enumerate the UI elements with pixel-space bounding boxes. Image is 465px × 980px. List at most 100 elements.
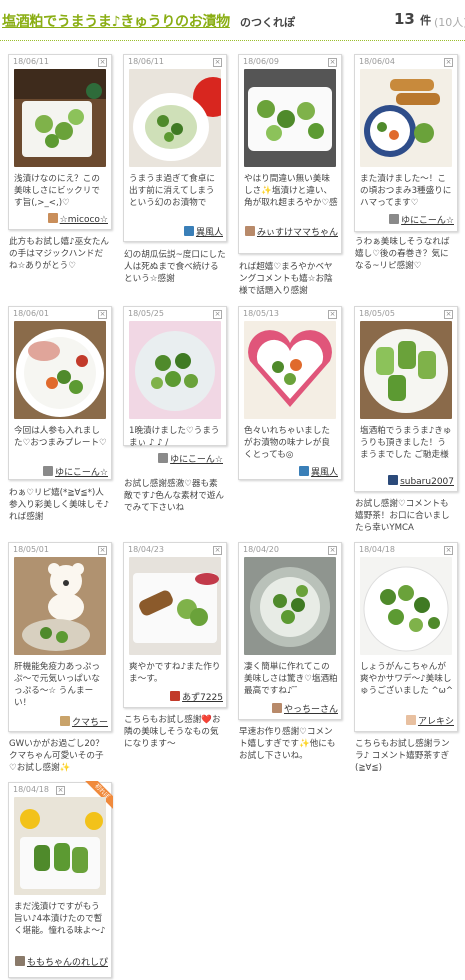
close-icon[interactable]: × [213,58,222,67]
close-icon[interactable]: × [444,310,453,319]
close-icon[interactable]: × [213,546,222,555]
avatar [59,716,70,726]
author-name[interactable]: ☆micoco☆ [60,215,108,225]
report-author[interactable]: ももちゃんのれしぴ [14,955,108,968]
report-card[interactable]: 18/05/01 × 肝機能免疫力あっぷっぷ〜で元気いっぱいなっぷる〜☆ うんま… [8,542,112,732]
avatar [244,226,255,236]
close-icon[interactable]: × [98,310,107,319]
report-photo[interactable] [360,557,452,655]
report-photo[interactable] [14,69,106,167]
report-card[interactable]: 18/05/05 × 塩酒粕でうまうま♪きゅうりも頂きました！うまうまでした ご… [354,306,458,492]
report-author[interactable]: やっちーさん [271,702,338,715]
report-card[interactable]: 18/04/18 × しょうがんこちゃんが爽やかサワデ〜♪美味しゅうございました… [354,542,458,732]
report-caption: 肝機能免疫力あっぷっぷ〜で元気いっぱいなっぷる〜☆ うんまーい！ [14,662,100,708]
close-icon[interactable]: × [444,546,453,555]
avatar [389,214,400,224]
report-photo[interactable] [360,321,452,419]
close-icon[interactable]: × [56,786,65,795]
report-count-unit: 件 [420,14,432,27]
report-card[interactable]: 18/05/13 × 色々いれちゃいましたがお漬物の味ナレが良くとっても◎ 異風… [238,306,342,480]
author-name[interactable]: 異風人 [311,468,338,478]
author-name[interactable]: アレキシ [418,717,454,727]
report-photo[interactable] [14,321,106,419]
report-photo[interactable] [129,321,221,419]
author-reply: 早速お作り感謝♡コメント嬉しすぎです✨他にもお試し下さいね。 [239,727,336,761]
author-name[interactable]: 異風人 [196,228,223,238]
report-photo[interactable] [244,557,336,655]
report-photo[interactable] [14,557,106,655]
report-date: 18/06/04 [359,57,395,66]
report-photo[interactable] [129,557,221,655]
report-photo[interactable] [14,797,106,895]
close-icon[interactable]: × [213,310,222,319]
author-reply: お試し感謝♡コメントも嬉野茶！お口に合いましたら幸いYMCA [355,499,450,533]
close-icon[interactable]: × [328,546,337,555]
report-author[interactable]: あず7225 [170,690,223,703]
report-card[interactable]: 18/06/09 × やはり間違い無い美味しさ✨塩漬けと違い、角が取れ超まろやか… [238,54,342,254]
report-card[interactable]: 18/06/11 × 浅漬けなのにえ？この美味しさにビックリです旨(,>_<,)… [8,54,112,230]
report-author[interactable]: 異風人 [298,465,338,478]
report-card[interactable]: 18/06/01 × 今回は人参も入れました♡おつまみプレート♡ ゆにこーん☆ [8,306,112,480]
report-author[interactable]: subaru2007 [388,475,454,487]
author-name[interactable]: ゆにこーん☆ [170,455,223,465]
report-date: 18/04/18 [13,785,49,794]
report-date: 18/06/11 [128,57,164,66]
report-card[interactable]: 18/04/18 × 初れぽ まだ浅漬けですがもう旨い♪4本漬けたので暫く堪能。… [8,781,113,978]
author-reply: わぁ♡リピ嬉(*≧∀≦*)人参入り彩美しく美味しそ♪れば感謝 [9,488,110,522]
report-card[interactable]: 18/06/11 × うまうま過ぎて食卓に出す前に消えてしまうという幻のお漬物で… [123,54,227,242]
report-caption: 凄く簡単に作れてこの美味しさは驚き♡塩酒粕最高ですね♪ ̄ ̄ [244,662,338,696]
author-reply: こちらもお試し感謝❤️お隣の美味しそうなもの気になります〜 [124,715,221,749]
author-reply: GWいかがお過ごし20？クマちゃん可愛いその子♡お試し感謝✨ [9,739,104,773]
report-date: 18/05/01 [13,545,49,554]
report-photo[interactable] [244,69,336,167]
avatar [183,226,194,236]
author-name[interactable]: ゆにこーん☆ [55,468,108,478]
report-author[interactable]: ゆにこーん☆ [158,452,223,465]
report-author[interactable]: 異風人 [183,225,223,238]
report-date: 18/06/09 [243,57,279,66]
report-count-number: 13 [394,10,415,28]
author-name[interactable]: やっちーさん [284,705,338,715]
report-card[interactable]: 18/06/04 × また漬けました〜！この頃おつまみ3種盛りにハマってます♡ … [354,54,458,232]
report-photo[interactable] [129,69,221,167]
report-date: 18/06/11 [13,57,49,66]
report-caption: 爽やかですね♪また作りま〜す。 [129,662,221,684]
author-name[interactable]: subaru2007 [400,477,454,487]
author-name[interactable]: ゆにこーん☆ [401,216,454,226]
recipe-title-link[interactable]: 塩酒粕でうまうま♪きゅうりのお漬物 [2,11,230,31]
author-name[interactable]: クマちー [72,718,108,728]
author-reply: れば超嬉♡まろやかベヤングコメントも嬉☆お陰様で話題入り感謝 [239,262,333,296]
report-caption: 今回は人参も入れました♡おつまみプレート♡ [14,426,107,448]
close-icon[interactable]: × [328,310,337,319]
report-author[interactable]: みぃすけママちゃん [244,225,338,238]
report-card[interactable]: 18/04/20 × 凄く簡単に作れてこの美味しさは驚き♡塩酒粕最高ですね♪ ̄… [238,542,342,720]
report-caption: また漬けました〜！この頃おつまみ3種盛りにハマってます♡ [360,174,452,208]
close-icon[interactable]: × [98,58,107,67]
report-caption: 塩酒粕でうまうま♪きゅうりも頂きました！うまうまでした ご馳走様♪ [360,426,452,460]
avatar [158,453,169,463]
report-author[interactable]: ゆにこーん☆ [43,465,108,478]
avatar [298,466,309,476]
report-photo[interactable] [360,69,452,167]
author-reply: 此方もお試し嬉♪巫女たんの手はマジックハンドだね☆ありがとう♡ [9,237,110,271]
author-name[interactable]: ももちゃんのれしぴ [27,958,108,968]
report-author[interactable]: ゆにこーん☆ [389,213,454,226]
report-author[interactable]: アレキシ [405,714,454,727]
close-icon[interactable]: × [328,58,337,67]
report-header: 塩酒粕でうまうま♪きゅうりのお漬物 のつくれぽ 13 件 (10人) [0,0,465,41]
report-author[interactable]: ☆micoco☆ [47,213,108,225]
report-caption: やはり間違い無い美味しさ✨塩漬けと違い、角が取れ超まろやか♡感謝 [244,174,338,208]
author-reply: こちらもお試し感謝ランラ♪ コメント嬉野茶すぎ(≧∀≦) [355,739,450,773]
author-name[interactable]: みぃすけママちゃん [257,228,338,238]
close-icon[interactable]: × [98,546,107,555]
report-card[interactable]: 18/05/25 × 1晩漬けました♡うまうまぃ ♪ ♪ / ゆにこーん☆ [123,306,227,465]
report-card[interactable]: 18/04/23 × 爽やかですね♪また作りま〜す。 あず7225 [123,542,227,708]
close-icon[interactable]: × [444,58,453,67]
report-date: 18/04/23 [128,545,164,554]
report-photo[interactable] [244,321,336,419]
avatar [405,715,416,725]
report-date: 18/05/25 [128,309,164,318]
report-author[interactable]: クマちー [59,715,108,728]
report-caption: しょうがんこちゃんが爽やかサワデ〜♪美味しゅうございました ^ω^ [360,662,454,696]
author-name[interactable]: あず7225 [182,693,223,703]
